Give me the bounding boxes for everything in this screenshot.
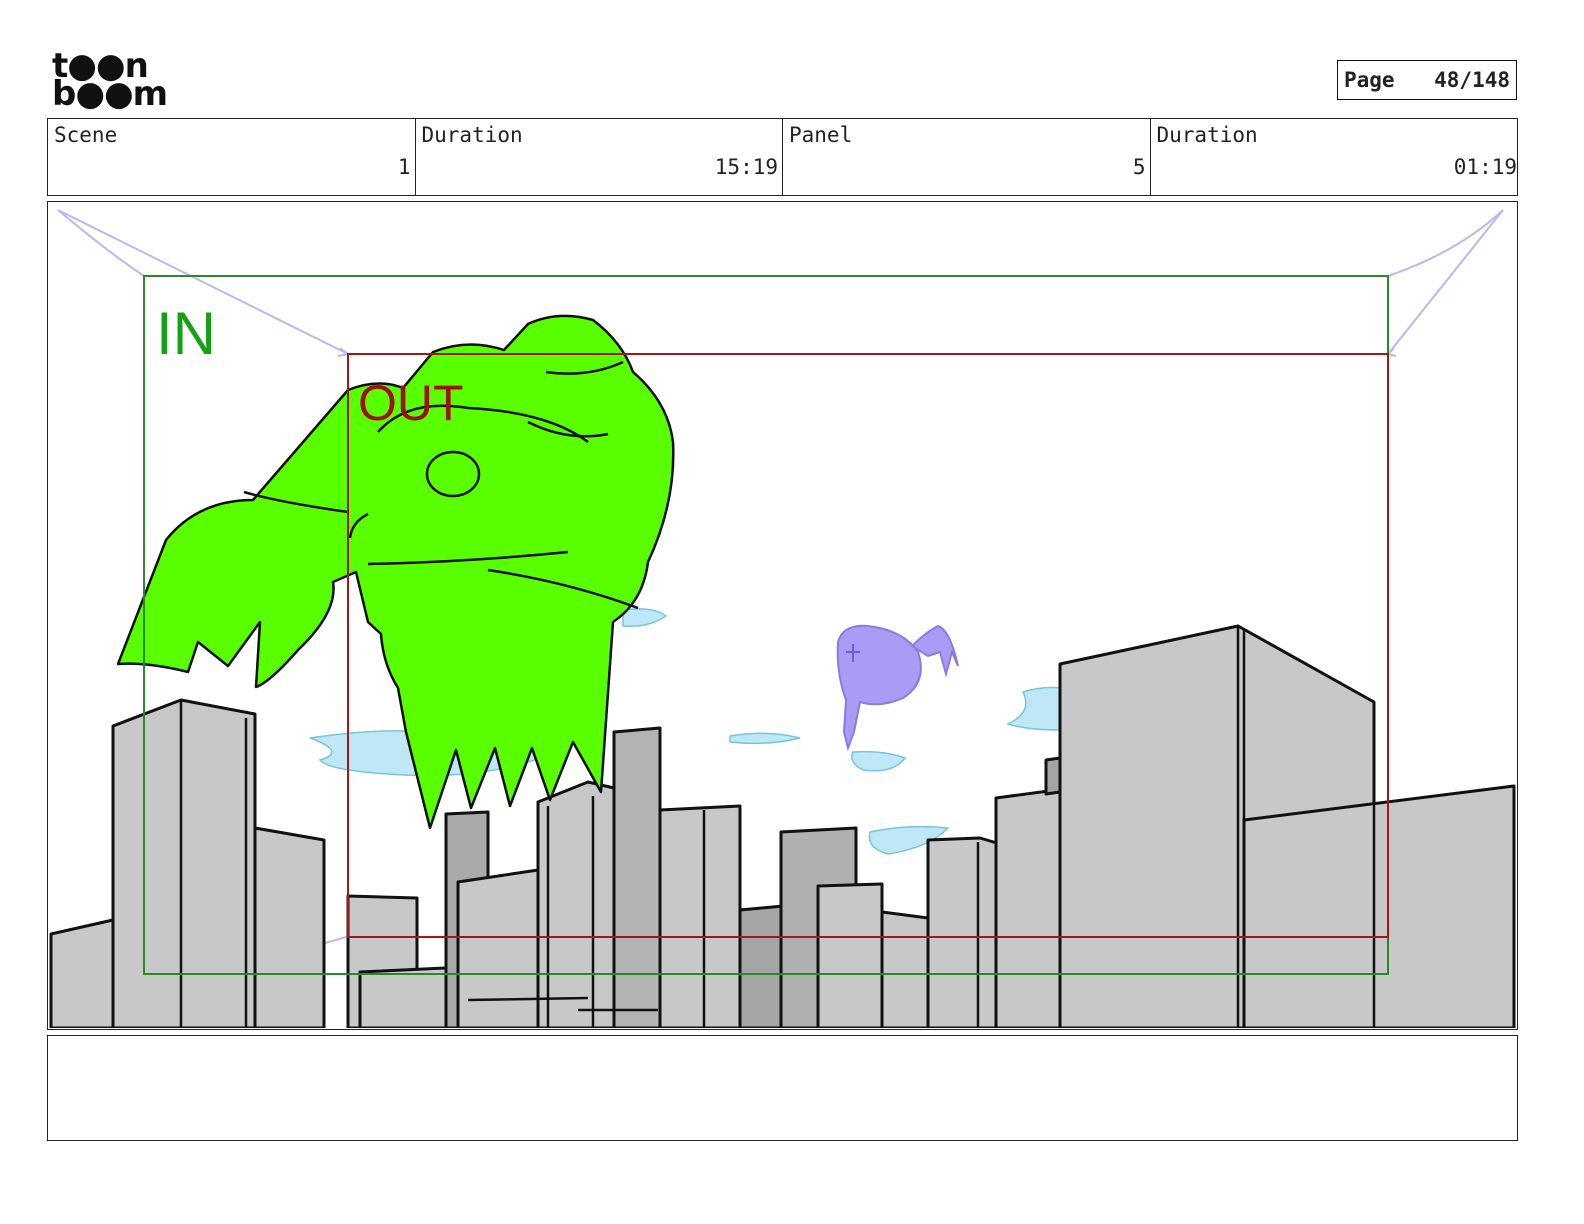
panel-drawing: IN OUT (49, 209, 1516, 1028)
panel-info-table: Scene 1 Duration 15:19 Panel 5 Duration … (47, 118, 1518, 196)
page-label: Page (1344, 68, 1395, 92)
in-frame-label: IN (156, 300, 216, 367)
logo-line-2: b●●m (52, 74, 168, 114)
panel-notes-box[interactable] (47, 1035, 1518, 1141)
toon-boom-logo: t●●n b●●m (52, 49, 168, 114)
scene-duration-label: Duration (421, 123, 523, 147)
panel-cell: Panel 5 (783, 119, 1151, 195)
panel-label: Panel (789, 123, 853, 147)
page-counter: Page 48/148 (1337, 60, 1517, 100)
panel-duration-cell: Duration 01:19 (1151, 119, 1518, 195)
scene-duration-cell: Duration 15:19 (416, 119, 783, 195)
scene-duration-value: 15:19 (714, 155, 778, 179)
scene-cell: Scene 1 (48, 119, 416, 195)
scene-value: 1 (397, 155, 411, 179)
flying-creature (836, 624, 959, 752)
page-number: 48/148 (1434, 68, 1510, 92)
panel-duration-label: Duration (1156, 123, 1258, 147)
panel-value: 5 (1132, 155, 1146, 179)
city-skyline (49, 624, 1516, 1028)
panel-duration-value: 01:19 (1453, 155, 1517, 179)
storyboard-panel: IN OUT (47, 201, 1518, 1030)
scene-label: Scene (54, 123, 118, 147)
out-frame-label: OUT (358, 375, 464, 431)
